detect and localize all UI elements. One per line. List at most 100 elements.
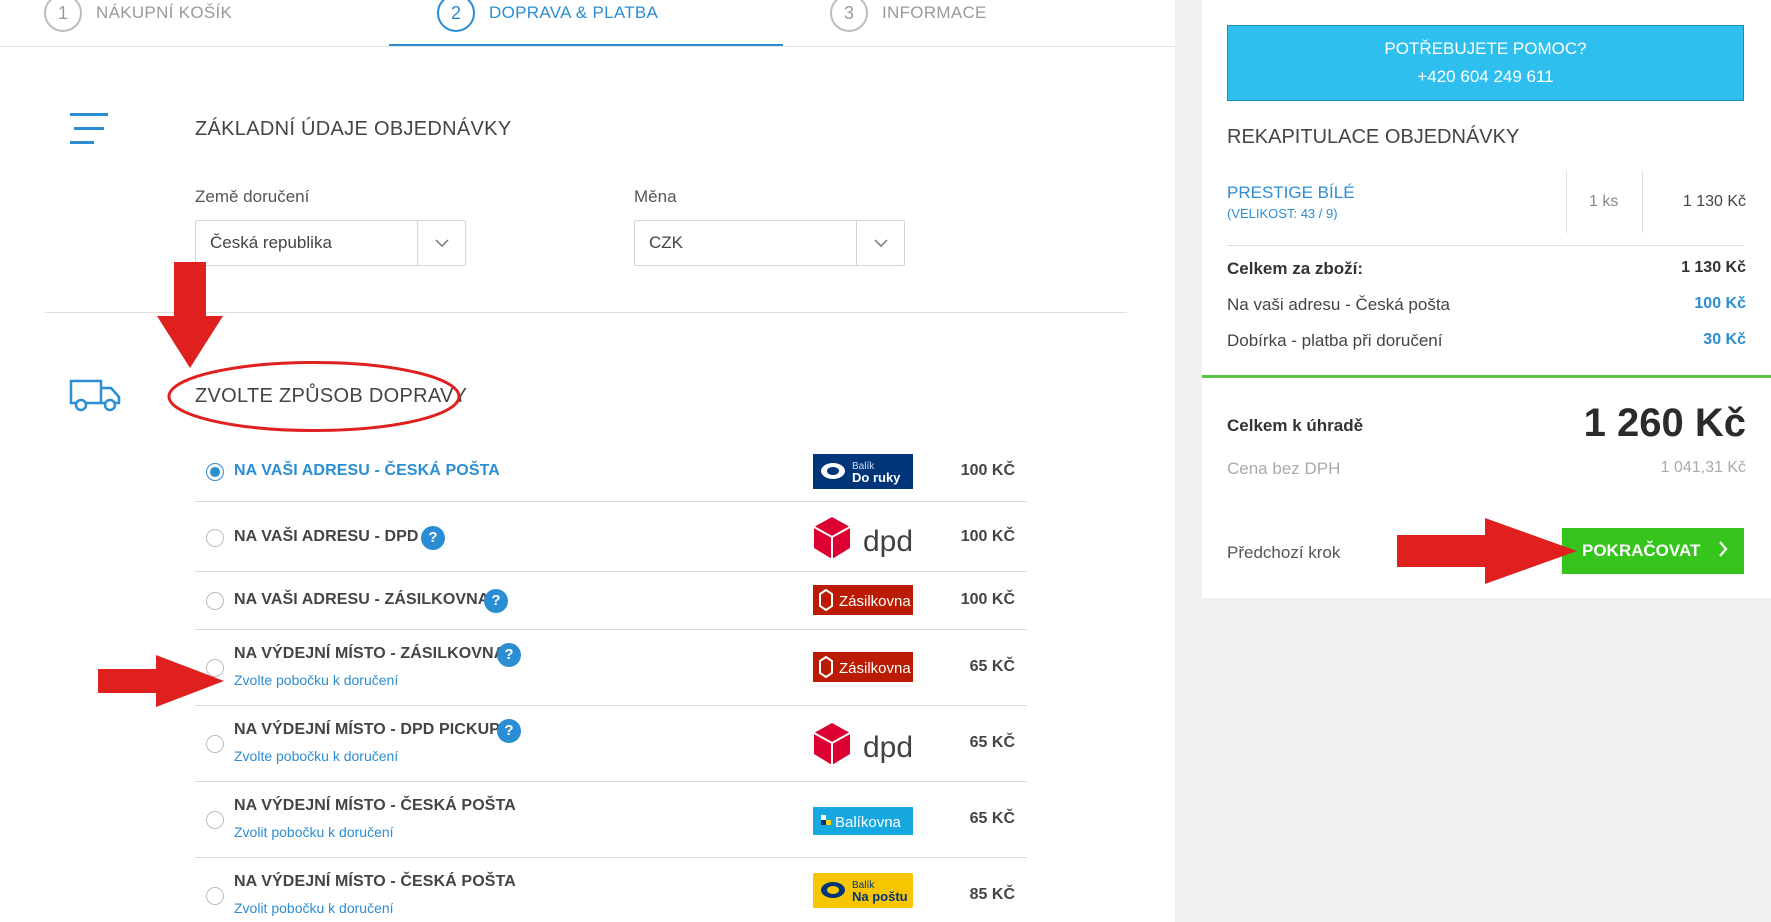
list-icon [70,112,108,151]
help-icon[interactable]: ? [497,719,521,743]
annotation-arrow-down [157,262,223,368]
checkout-main: 1 NÁKUPNÍ KOŠÍK 2 DOPRAVA & PLATBA 3 INF… [0,0,1175,922]
recap-title: REKAPITULACE OBJEDNÁVKY [1227,126,1520,148]
previous-step-link[interactable]: Předchozí krok [1227,543,1340,563]
radio-button[interactable] [206,463,224,481]
product-price: 1 130 Kč [1682,193,1746,210]
radio-button[interactable] [206,735,224,753]
price-without-vat-value: 1 041,31 Kč [1660,459,1746,476]
logo-text: dpd [863,525,913,558]
shipping-title: ZVOLTE ZPŮSOB DOPRAVY [195,385,468,407]
shipping-option-name: NA VÝDEJNÍ MÍSTO - ZÁSILKOVNA [234,645,506,662]
radio-button[interactable] [206,811,224,829]
step-number: 2 [437,0,475,32]
step-label: NÁKUPNÍ KOŠÍK [96,3,233,22]
radio-button[interactable] [206,659,224,677]
step-cart[interactable]: 1 NÁKUPNÍ KOŠÍK [44,0,232,47]
shipping-price: 100 KČ [960,528,1015,545]
annotation-arrow-right [1397,518,1577,584]
balikovna-logo: Balíkovna [813,807,913,840]
currency-label: Měna [634,187,677,206]
radio-button[interactable] [206,529,224,547]
shipping-option-address-ceska-posta[interactable]: NA VAŠI ADRESU - ČESKÁ POŠTA Balík Do ru… [195,442,1027,502]
zasilkovna-logo: Zásilkovna [813,585,913,620]
chevron-down-icon [856,221,904,265]
chevron-down-icon [417,221,465,265]
dpd-logo: dpd [813,722,913,771]
payment-value: 30 Kč [1703,331,1746,348]
delivery-label: Na vaši adresu - Česká pošta [1227,295,1450,314]
checkout-steps: 1 NÁKUPNÍ KOŠÍK 2 DOPRAVA & PLATBA 3 INF… [0,0,1175,47]
balik-na-postu-logo: Balík Na poštu [813,873,913,913]
choose-branch-link[interactable]: Zvolit pobočku k doručení [234,824,394,840]
choose-branch-link[interactable]: Zvolte pobočku k doručení [234,672,398,688]
help-box[interactable]: POTŘEBUJETE POMOC? +420 604 249 611 [1227,25,1744,101]
help-icon[interactable]: ? [497,643,521,667]
continue-label: POKRAČOVAT [1582,541,1701,560]
shipping-option-address-dpd[interactable]: NA VAŠI ADRESU - DPD ? dpd 100 KČ [195,502,1027,572]
logo-text: Balíkovna [835,814,902,831]
shipping-price: 65 KČ [969,658,1015,675]
country-select[interactable]: Česká republika [195,220,466,266]
truck-icon [69,378,121,417]
logo-line2: Do ruky [852,470,901,485]
grand-total-label: Celkem k úhradě [1227,416,1364,435]
step-information[interactable]: 3 INFORMACE [830,0,987,47]
shipping-option-pickup-zasilkovna[interactable]: NA VÝDEJNÍ MÍSTO - ZÁSILKOVNA ? Zvolte p… [195,630,1027,706]
total-divider [1202,375,1771,378]
shipping-option-name: NA VAŠI ADRESU - ČESKÁ POŠTA [234,462,500,479]
delivery-value: 100 Kč [1694,295,1746,312]
country-label: Země doručení [195,187,310,206]
order-summary-column: POTŘEBUJETE POMOC? +420 604 249 611 REKA… [1175,0,1771,922]
dpd-logo: dpd [813,516,913,565]
radio-button[interactable] [206,592,224,610]
logo-text: Zásilkovna [839,593,911,610]
payment-label: Dobírka - platba při doručení [1227,331,1443,350]
currency-select[interactable]: CZK [634,220,905,266]
shipping-option-address-zasilkovna[interactable]: NA VAŠI ADRESU - ZÁSILKOVNA ? Zásilkovna… [195,572,1027,630]
column-divider [1566,171,1567,233]
product-size: (VELIKOST: 43 / 9) [1227,206,1338,221]
step-shipping-payment[interactable]: 2 DOPRAVA & PLATBA [437,0,658,47]
shipping-option-pickup-ceska-posta-na-postu[interactable]: NA VÝDEJNÍ MÍSTO - ČESKÁ POŠTA Zvolit po… [195,858,1027,922]
help-phone[interactable]: +420 604 249 611 [1228,63,1743,91]
help-icon[interactable]: ? [421,526,445,550]
basic-info-title: ZÁKLADNÍ ÚDAJE OBJEDNÁVKY [195,118,512,140]
chevron-right-icon [1718,540,1728,562]
zasilkovna-logo: Zásilkovna [813,652,913,687]
step-number: 3 [830,0,868,32]
grand-total-value: 1 260 Kč [1583,401,1746,445]
summary-divider [1227,245,1744,246]
active-step-underline [389,44,783,46]
logo-text: dpd [863,731,913,764]
section-divider [45,312,1127,313]
logo-line2: Na poštu [852,889,908,904]
product-name[interactable]: PRESTIGE BÍLÉ [1227,183,1355,203]
balik-do-ruky-logo: Balík Do ruky [813,454,913,494]
shipping-option-name: NA VAŠI ADRESU - ZÁSILKOVNA [234,591,490,608]
order-summary-panel: POTŘEBUJETE POMOC? +420 604 249 611 REKA… [1202,0,1771,598]
shipping-option-name: NA VÝDEJNÍ MÍSTO - ČESKÁ POŠTA [234,873,516,890]
shipping-option-pickup-dpd[interactable]: NA VÝDEJNÍ MÍSTO - DPD PICKUP ? Zvolte p… [195,706,1027,782]
help-icon[interactable]: ? [484,589,508,613]
goods-total-value: 1 130 Kč [1681,259,1746,276]
shipping-option-name: NA VÝDEJNÍ MÍSTO - DPD PICKUP [234,721,501,738]
choose-branch-link[interactable]: Zvolit pobočku k doručení [234,900,394,916]
radio-button[interactable] [206,887,224,905]
shipping-option-name: NA VAŠI ADRESU - DPD [234,528,419,545]
step-label: DOPRAVA & PLATBA [489,3,659,22]
step-label: INFORMACE [882,3,987,22]
shipping-price: 100 KČ [960,462,1015,479]
shipping-option-pickup-ceska-posta[interactable]: NA VÝDEJNÍ MÍSTO - ČESKÁ POŠTA Zvolit po… [195,782,1027,858]
choose-branch-link[interactable]: Zvolte pobočku k doručení [234,748,398,764]
product-quantity: 1 ks [1589,193,1619,210]
country-value: Česká republika [210,233,332,252]
step-number: 1 [44,0,82,32]
shipping-price: 65 KČ [969,810,1015,827]
price-without-vat-label: Cena bez DPH [1227,459,1341,478]
continue-button[interactable]: POKRAČOVAT [1562,528,1744,574]
help-title: POTŘEBUJETE POMOC? [1384,39,1587,58]
goods-total-label: Celkem za zboží: [1227,259,1364,278]
shipping-price: 65 KČ [969,734,1015,751]
currency-value: CZK [649,233,683,252]
